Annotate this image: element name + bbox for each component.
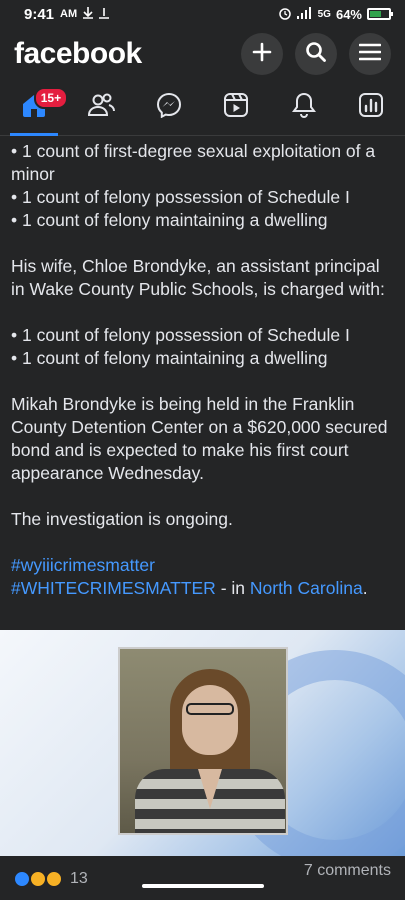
reaction-count: 13 xyxy=(70,870,88,887)
period-text: . xyxy=(362,578,368,598)
post-body: • 1 count of first-degree sexual exploit… xyxy=(0,136,405,600)
status-ampm: AM xyxy=(60,8,78,20)
status-left: 9:41 AM xyxy=(24,5,110,23)
status-bar: 9:41 AM 5G 64% xyxy=(0,0,405,28)
friends-icon xyxy=(87,92,116,123)
dashboard-icon xyxy=(358,92,384,123)
tab-dashboard[interactable] xyxy=(341,83,401,133)
mugshot-face xyxy=(182,685,238,755)
hashtag-link[interactable]: #wyiiicrimesmatter xyxy=(11,554,394,577)
charges-list: • 1 count of first-degree sexual exploit… xyxy=(11,140,394,232)
list-item: • 1 count of felony maintaining a dwelli… xyxy=(11,210,328,230)
wife-charges-list: • 1 count of felony possession of Schedu… xyxy=(11,324,394,370)
paragraph-wife: His wife, Chloe Brondyke, an assistant p… xyxy=(11,256,385,299)
battery-icon xyxy=(367,8,393,20)
status-time: 9:41 xyxy=(24,5,55,23)
wow-reaction-icon xyxy=(30,871,46,887)
list-item: • 1 count of felony possession of Schedu… xyxy=(11,187,350,207)
nav-bar: 15+ xyxy=(0,80,405,136)
top-bar: facebook xyxy=(0,28,405,80)
home-indicator[interactable] xyxy=(142,884,264,888)
tab-messenger[interactable] xyxy=(139,83,199,133)
mugshot-glasses xyxy=(186,703,234,715)
download-icon xyxy=(99,6,110,23)
alarm-icon xyxy=(278,6,292,23)
notification-badge: 15+ xyxy=(33,86,69,109)
reels-icon xyxy=(223,92,249,123)
hashtag-link[interactable]: #WHITECRIMESMATTER xyxy=(11,578,216,598)
post-image[interactable] xyxy=(0,630,405,856)
bell-icon xyxy=(291,92,316,123)
status-right: 5G 64% xyxy=(278,6,393,23)
battery-fill xyxy=(370,11,381,17)
tab-home[interactable]: 15+ xyxy=(4,83,69,136)
facebook-logo[interactable]: facebook xyxy=(14,37,142,71)
list-item: • 1 count of first-degree sexual exploit… xyxy=(11,141,376,184)
in-text: - in xyxy=(215,578,250,598)
hashtags: #wyiiicrimesmatter #WHITECRIMESMATTER - … xyxy=(11,554,394,600)
tab-friends[interactable] xyxy=(71,83,131,133)
menu-button[interactable] xyxy=(349,33,391,75)
network-type: 5G xyxy=(317,8,331,20)
menu-icon xyxy=(358,43,382,66)
post-footer: 13 7 comments xyxy=(0,858,405,900)
download-icon xyxy=(83,6,94,23)
care-reaction-icon xyxy=(46,871,62,887)
location-link[interactable]: North Carolina xyxy=(250,578,363,598)
mugshot-photo xyxy=(118,647,288,835)
comments-count[interactable]: 7 comments xyxy=(304,862,391,896)
tab-reels[interactable] xyxy=(206,83,266,133)
battery-percent: 64% xyxy=(335,6,362,22)
search-button[interactable] xyxy=(295,33,337,75)
top-actions xyxy=(241,33,391,75)
plus-icon xyxy=(252,42,272,67)
messenger-icon xyxy=(156,92,182,123)
paragraph-held: Mikah Brondyke is being held in the Fran… xyxy=(11,394,388,483)
paragraph-ongoing: The investigation is ongoing. xyxy=(11,509,233,529)
tab-notifications[interactable] xyxy=(274,83,334,133)
list-item: • 1 count of felony maintaining a dwelli… xyxy=(11,348,328,368)
search-icon xyxy=(305,41,327,68)
create-button[interactable] xyxy=(241,33,283,75)
reactions-summary[interactable]: 13 xyxy=(14,862,88,896)
list-item: • 1 count of felony possession of Schedu… xyxy=(11,325,350,345)
signal-icon xyxy=(296,6,313,22)
like-reaction-icon xyxy=(14,871,30,887)
